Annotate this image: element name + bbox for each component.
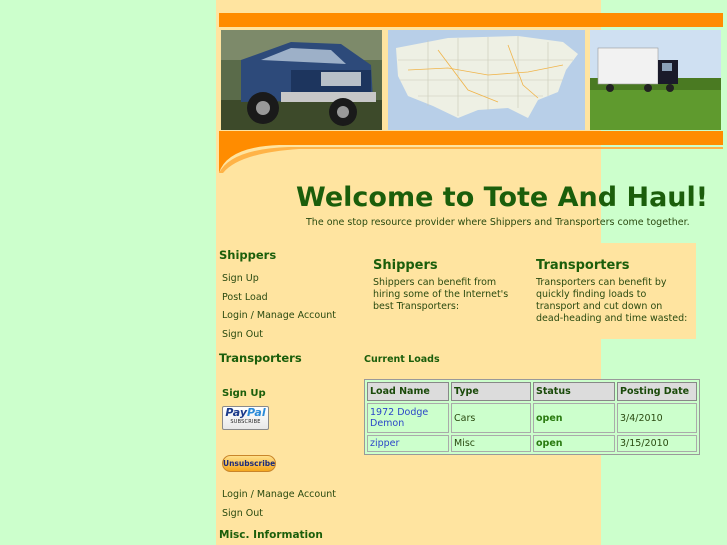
col-posting-date: Posting Date [617,382,697,401]
sidebar-shippers-heading: Shippers [219,248,277,262]
sidebar-misc-heading: Misc. Information [219,529,323,541]
current-loads-title: Current Loads [364,354,440,365]
paypal-subscribe-button[interactable]: PayPal SUBSCRIBE [222,406,269,430]
table-header-row: Load Name Type Status Posting Date [367,382,697,401]
paypal-logo: PayPal [225,406,266,419]
col-type: Type [451,382,531,401]
col-load-name: Load Name [367,382,449,401]
shippers-login-link[interactable]: Login / Manage Account [222,310,336,321]
load-link[interactable]: 1972 Dodge Demon [370,407,428,429]
truck-photo [221,30,382,130]
table-row: zipper Misc open 3/15/2010 [367,435,697,452]
tagline: The one stop resource provider where Shi… [306,217,690,228]
load-name-cell: 1972 Dodge Demon [367,403,449,433]
load-type-cell: Misc [451,435,531,452]
transporters-sign-up-label: Sign Up [222,388,266,399]
load-type-cell: Cars [451,403,531,433]
shippers-post-load-link[interactable]: Post Load [222,292,268,303]
load-status-cell: open [533,403,615,433]
load-date-cell: 3/4/2010 [617,403,697,433]
banner-stripe [219,13,723,27]
shippers-sign-up-link[interactable]: Sign Up [222,273,259,284]
table-row: 1972 Dodge Demon Cars open 3/4/2010 [367,403,697,433]
transporters-info-title: Transporters [536,258,630,273]
sidebar-transporters-heading: Transporters [219,351,302,365]
us-map-image [388,30,585,130]
load-status-cell: open [533,435,615,452]
unsubscribe-button[interactable]: Unsubscribe [222,455,276,472]
banner-swoosh [219,131,723,173]
page-title: Welcome to Tote And Haul! [296,182,709,213]
transporters-login-link[interactable]: Login / Manage Account [222,489,336,500]
load-link[interactable]: zipper [370,438,399,449]
load-date-cell: 3/15/2010 [617,435,697,452]
load-name-cell: zipper [367,435,449,452]
shippers-info-text: Shippers can benefit from hiring some of… [373,277,509,312]
semi-truck-photo [590,30,721,130]
col-status: Status [533,382,615,401]
transporters-sign-out-link[interactable]: Sign Out [222,508,263,519]
paypal-subscribe-label: SUBSCRIBE [230,419,261,425]
transporters-info-text: Transporters can benefit by quickly find… [536,277,688,324]
current-loads-table: Load Name Type Status Posting Date 1972 … [364,379,700,455]
shippers-info-title: Shippers [373,258,438,273]
shippers-sign-out-link[interactable]: Sign Out [222,329,263,340]
